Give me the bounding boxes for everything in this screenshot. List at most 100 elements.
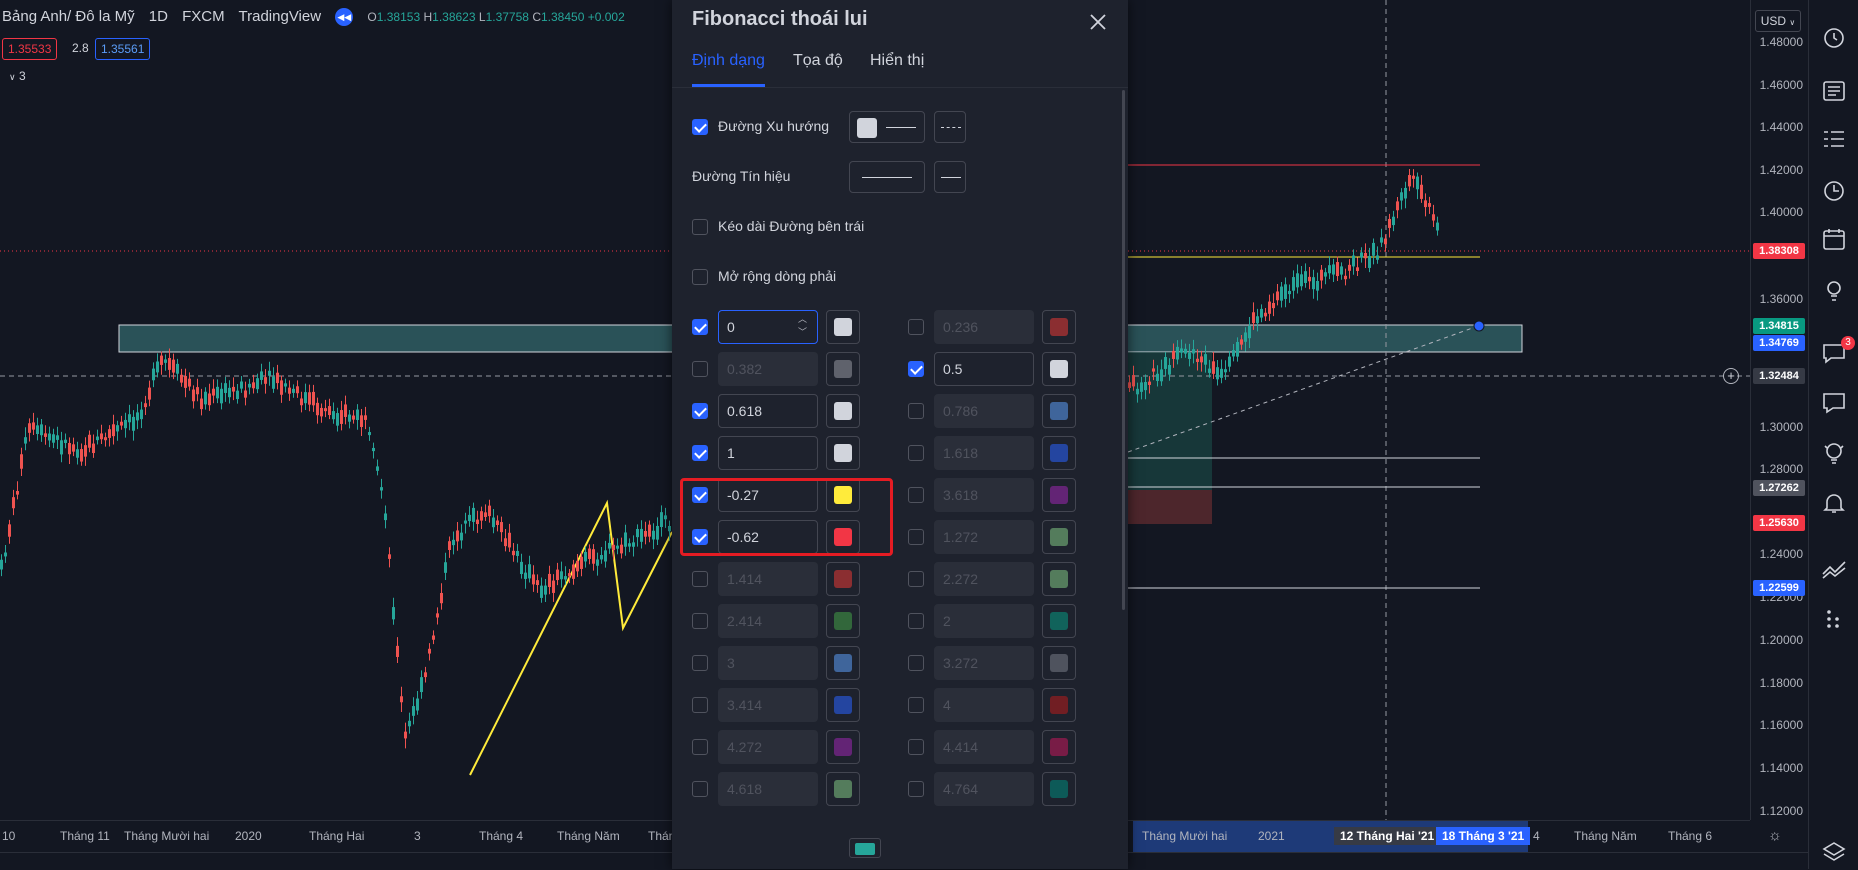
fib-level-value-input[interactable]: 3 (718, 646, 818, 680)
signal-line-width-button[interactable] (849, 161, 925, 193)
dialog-scrollbar[interactable] (1122, 90, 1125, 610)
sell-price-button[interactable]: 1.35533 (2, 38, 58, 60)
extend-left-checkbox[interactable] (692, 219, 708, 235)
fib-level-color-swatch[interactable] (1042, 352, 1076, 386)
symbol-name[interactable]: Bảng Anh/ Đô la Mỹ (2, 8, 135, 25)
fib-level-color-swatch[interactable] (1042, 730, 1076, 764)
fib-level-color-swatch[interactable] (1042, 478, 1076, 512)
fib-level-value-input[interactable]: 4.272 (718, 730, 818, 764)
fib-level-value-input[interactable]: 0.382 (718, 352, 818, 386)
fib-level-checkbox[interactable] (692, 319, 708, 335)
fib-level-value-input[interactable]: 0.618 (718, 394, 818, 428)
fib-level-value-input[interactable]: 3.272 (934, 646, 1034, 680)
fib-level-value-input[interactable]: 0.236 (934, 310, 1034, 344)
alarm-clock-icon[interactable] (1821, 24, 1847, 50)
fib-level-color-swatch[interactable] (826, 646, 860, 680)
fib-level-color-swatch[interactable] (1042, 436, 1076, 470)
fib-level-checkbox[interactable] (908, 571, 924, 587)
fib-level-value-input[interactable]: 1.618 (934, 436, 1034, 470)
fib-level-color-swatch[interactable] (826, 352, 860, 386)
fib-level-value-input[interactable]: 4.764 (934, 772, 1034, 806)
trend-line-style-button[interactable] (849, 111, 925, 143)
extend-right-checkbox[interactable] (692, 269, 708, 285)
layers-icon[interactable] (1821, 840, 1847, 866)
fib-level-checkbox[interactable] (908, 487, 924, 503)
replay-icon[interactable]: ◀◀ (335, 8, 354, 27)
comments-icon[interactable] (1821, 390, 1847, 416)
fib-level-checkbox[interactable] (908, 781, 924, 797)
buy-price-button[interactable]: 1.35561 (95, 38, 151, 60)
fib-level-color-swatch[interactable] (1042, 562, 1076, 596)
price-axis[interactable]: USD ∨ 1.48000 1.46000 1.44000 1.42000 1.4000… (1750, 0, 1809, 820)
fib-level-checkbox[interactable] (908, 361, 924, 377)
fib-level-color-swatch[interactable] (1042, 646, 1076, 680)
fib-level-color-swatch[interactable] (1042, 688, 1076, 722)
fib-level-checkbox[interactable] (908, 445, 924, 461)
crosshair-add-icon[interactable]: + (1723, 368, 1739, 384)
fib-level-color-swatch[interactable] (826, 688, 860, 722)
fib-level-color-swatch[interactable] (1042, 310, 1076, 344)
fib-level-value-input[interactable]: 4.414 (934, 730, 1034, 764)
fib-level-value-input[interactable]: 0.5 (934, 352, 1034, 386)
tab-visibility[interactable]: Hiển thị (870, 52, 924, 70)
fib-level-color-swatch[interactable] (826, 436, 860, 470)
calendar-icon[interactable] (1821, 226, 1847, 252)
fib-level-color-swatch[interactable] (826, 394, 860, 428)
fib-level-value-input[interactable]: 3.618 (934, 478, 1034, 512)
fib-level-color-swatch[interactable] (1042, 772, 1076, 806)
tab-coordinates[interactable]: Tọa độ (793, 52, 843, 70)
fib-level-value-input[interactable]: 2.414 (718, 604, 818, 638)
fib-level-checkbox[interactable] (692, 571, 708, 587)
lightbulb-icon[interactable] (1821, 440, 1847, 466)
fib-level-checkbox[interactable] (692, 403, 708, 419)
fib-level-color-swatch[interactable] (1042, 520, 1076, 554)
fib-level-color-swatch[interactable] (826, 604, 860, 638)
fib-level-value-input[interactable]: 1.272 (934, 520, 1034, 554)
tab-style[interactable]: Định dạng (692, 52, 765, 70)
fib-level-color-swatch[interactable] (826, 310, 860, 344)
clock-icon[interactable] (1821, 178, 1847, 204)
fib-level-checkbox[interactable] (908, 697, 924, 713)
fib-level-checkbox[interactable] (692, 445, 708, 461)
fib-level-value-input[interactable]: 0.786 (934, 394, 1034, 428)
indicators-toggle[interactable]: ∨ 3 (4, 66, 31, 86)
trend-icon[interactable] (1821, 556, 1847, 582)
fib-level-checkbox[interactable] (908, 613, 924, 629)
fib-level-color-swatch[interactable] (826, 772, 860, 806)
symbol-interval[interactable]: 1D (149, 8, 168, 25)
fib-level-checkbox[interactable] (692, 613, 708, 629)
close-icon[interactable] (1084, 8, 1112, 36)
fib-level-value-input[interactable]: 4.618 (718, 772, 818, 806)
fib-level-color-swatch[interactable] (826, 562, 860, 596)
news-icon[interactable] (1821, 78, 1847, 104)
fib-level-checkbox[interactable] (908, 739, 924, 755)
trend-line-checkbox[interactable] (692, 119, 708, 135)
fib-level-checkbox[interactable] (692, 781, 708, 797)
dots-icon[interactable] (1821, 606, 1847, 632)
chart-settings-gear-icon[interactable]: ☼ (1768, 828, 1784, 844)
fib-level-checkbox[interactable] (692, 361, 708, 377)
watchlist-icon[interactable] (1821, 126, 1847, 152)
fib-level-value-input[interactable]: 2 (934, 604, 1034, 638)
ideas-icon[interactable] (1821, 278, 1847, 304)
fib-level-checkbox[interactable] (908, 403, 924, 419)
fib-level-value-input[interactable]: 3.414 (718, 688, 818, 722)
trend-line-dash-button[interactable] (934, 111, 966, 143)
fib-level-checkbox[interactable] (692, 655, 708, 671)
fib-level-checkbox[interactable] (908, 529, 924, 545)
fib-level-checkbox[interactable] (692, 739, 708, 755)
fib-level-value-input[interactable]: 1 (718, 436, 818, 470)
fib-level-value-input[interactable]: 4 (934, 688, 1034, 722)
signal-line-style-button[interactable] (934, 161, 966, 193)
currency-selector[interactable]: USD ∨ (1755, 10, 1801, 32)
background-color-swatch[interactable] (849, 838, 881, 858)
fib-level-checkbox[interactable] (908, 655, 924, 671)
stepper-arrows-icon[interactable]: ︿ ﹀ (798, 313, 807, 339)
fib-level-checkbox[interactable] (692, 697, 708, 713)
fib-level-checkbox[interactable] (908, 319, 924, 335)
bell-icon[interactable] (1821, 490, 1847, 516)
fib-level-value-input[interactable]: 2.272 (934, 562, 1034, 596)
fib-level-color-swatch[interactable] (1042, 394, 1076, 428)
fib-level-color-swatch[interactable] (1042, 604, 1076, 638)
fib-level-color-swatch[interactable] (826, 730, 860, 764)
